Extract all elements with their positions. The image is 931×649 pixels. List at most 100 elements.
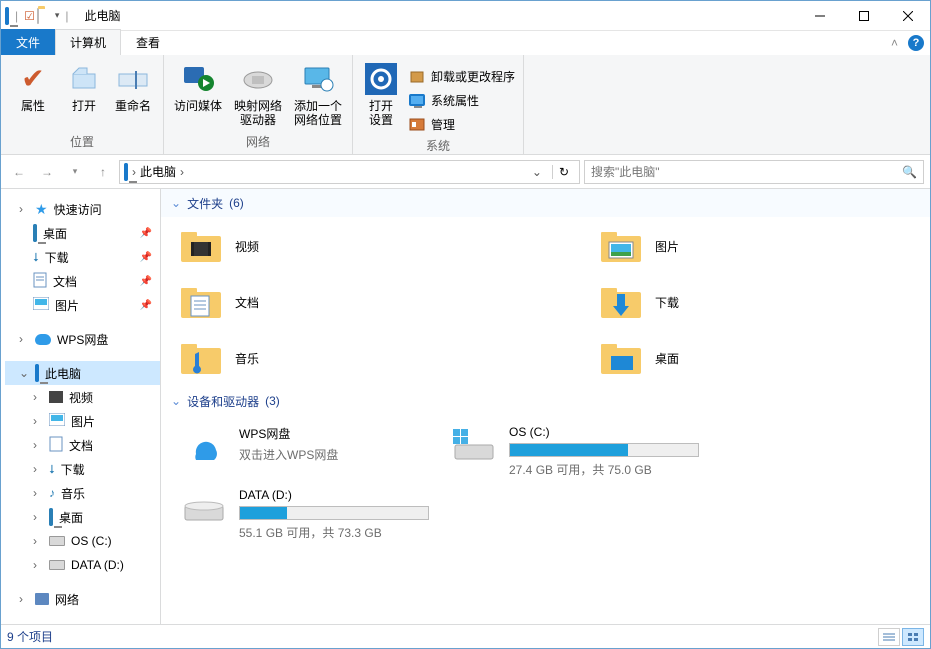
folder-item-desktop[interactable]: 桌面	[601, 337, 831, 379]
sidebar-item-label: WPS网盘	[57, 331, 108, 348]
map-drive-button[interactable]: 映射网络 驱动器	[232, 63, 284, 128]
maximize-button[interactable]	[842, 1, 886, 30]
up-button[interactable]: ↑	[91, 160, 115, 184]
chevron-right-icon[interactable]: ›	[132, 165, 136, 179]
sidebar-item-documents[interactable]: 文档 📌	[5, 269, 160, 293]
add-location-button[interactable]: 添加一个 网络位置	[292, 63, 344, 128]
sidebar-item-data-drive[interactable]: › DATA (D:)	[5, 553, 160, 577]
tab-file[interactable]: 文件	[1, 29, 55, 55]
folder-item-videos[interactable]: 视频	[181, 225, 411, 267]
search-input[interactable]: 搜索"此电脑" 🔍	[584, 160, 924, 184]
recent-dropdown[interactable]: ▾	[63, 160, 87, 184]
sidebar-item-videos[interactable]: › 视频	[5, 385, 160, 409]
sidebar-item-downloads-2[interactable]: ›⭣下载	[5, 457, 160, 481]
address-dropdown-icon[interactable]: ⌄	[526, 165, 548, 179]
section-header-folders[interactable]: ⌄ 文件夹 (6)	[161, 189, 930, 217]
collapse-ribbon-icon[interactable]: ˄	[891, 36, 898, 50]
sidebar-item-os-drive[interactable]: ›OS (C:)	[5, 529, 160, 553]
document-icon	[33, 272, 47, 291]
sidebar-item-documents-2[interactable]: ›文档	[5, 433, 160, 457]
system-props-button[interactable]: 系统属性	[409, 89, 515, 111]
sidebar-item-pictures[interactable]: 图片 📌	[5, 293, 160, 317]
chevron-right-icon[interactable]: ›	[33, 486, 43, 500]
uninstall-button[interactable]: 卸载或更改程序	[409, 65, 515, 87]
folder-qa-icon[interactable]	[37, 9, 53, 23]
sidebar-item-desktop-2[interactable]: ›桌面	[5, 505, 160, 529]
device-item-data[interactable]: DATA (D:) 55.1 GB 可用，共 73.3 GB	[181, 488, 431, 541]
search-icon[interactable]: 🔍	[902, 165, 917, 179]
open-button[interactable]: 打开	[65, 63, 103, 113]
back-button[interactable]: ←	[7, 160, 31, 184]
uninstall-label: 卸载或更改程序	[431, 68, 515, 85]
pc-icon	[124, 165, 128, 179]
rename-icon	[117, 63, 149, 95]
refresh-icon[interactable]: ↻	[552, 165, 575, 179]
content-pane[interactable]: ⌄ 文件夹 (6) 视频 文档 音乐	[161, 189, 930, 624]
address-bar[interactable]: › 此电脑 › ⌄ ↻	[119, 160, 580, 184]
ribbon-tabs: 文件 计算机 查看 ˄ ?	[1, 31, 930, 55]
chevron-right-icon[interactable]: ›	[19, 592, 29, 606]
chevron-right-icon[interactable]: ›	[33, 558, 43, 572]
forward-button[interactable]: →	[35, 160, 59, 184]
chevron-right-icon[interactable]: ›	[33, 462, 43, 476]
address-segment[interactable]: 此电脑	[140, 163, 176, 180]
sidebar-item-pictures-2[interactable]: ›图片	[5, 409, 160, 433]
sidebar-item-label: 视频	[69, 389, 93, 406]
sidebar-item-network[interactable]: ›网络	[5, 587, 160, 611]
address-segment-label: 此电脑	[140, 163, 176, 180]
sidebar-item-desktop[interactable]: 桌面 📌	[5, 221, 160, 245]
sidebar-item-music[interactable]: ›♪音乐	[5, 481, 160, 505]
view-large-icons-button[interactable]	[902, 628, 924, 646]
chevron-down-icon[interactable]: ⌄	[19, 366, 29, 380]
sidebar-item-wps[interactable]: › WPS网盘	[5, 327, 160, 351]
sidebar-item-quick-access[interactable]: › ★ 快速访问	[5, 197, 160, 221]
settings-gear-icon	[365, 63, 397, 95]
tab-computer[interactable]: 计算机	[55, 29, 121, 55]
folder-item-music[interactable]: 音乐	[181, 337, 411, 379]
help-icon[interactable]: ?	[908, 35, 924, 51]
chevron-down-icon[interactable]: ⌄	[171, 196, 181, 210]
folder-document-icon	[181, 284, 221, 320]
chevron-right-icon[interactable]: ›	[19, 332, 29, 346]
sidebar-item-label: 此电脑	[45, 365, 81, 382]
view-details-button[interactable]	[878, 628, 900, 646]
tab-view[interactable]: 查看	[121, 29, 175, 55]
properties-button[interactable]: ✔ 属性	[9, 63, 57, 113]
document-icon	[49, 436, 63, 455]
group-label-network: 网络	[172, 131, 344, 154]
device-item-os[interactable]: OS (C:) 27.4 GB 可用，共 75.0 GB	[451, 425, 701, 478]
sidebar-item-this-pc[interactable]: ⌄ 此电脑	[5, 361, 160, 385]
manage-button[interactable]: 管理	[409, 113, 515, 135]
folder-item-downloads[interactable]: 下载	[601, 281, 831, 323]
folder-item-pictures[interactable]: 图片	[601, 225, 831, 267]
chevron-down-icon[interactable]: ⌄	[171, 394, 181, 408]
navigation-pane[interactable]: › ★ 快速访问 桌面 📌 ⭣ 下载 📌 文档 📌 图片 📌 › WP	[1, 189, 161, 624]
titlebar: | ☑ ▾ | 此电脑	[1, 1, 930, 31]
chevron-right-icon[interactable]: ›	[33, 414, 43, 428]
capacity-bar	[239, 506, 429, 520]
qa-dropdown-icon[interactable]: ▾	[55, 10, 60, 21]
folder-music-icon	[181, 340, 221, 376]
chevron-right-icon[interactable]: ›	[180, 165, 184, 179]
folder-item-documents[interactable]: 文档	[181, 281, 411, 323]
device-item-wps[interactable]: WPS网盘 双击进入WPS网盘	[181, 425, 431, 478]
music-icon: ♪	[49, 486, 55, 500]
access-media-button[interactable]: 访问媒体	[172, 63, 224, 113]
chevron-right-icon[interactable]: ›	[33, 390, 43, 404]
drive-icon	[49, 560, 65, 570]
rename-label: 重命名	[115, 99, 151, 113]
chevron-right-icon[interactable]: ›	[19, 202, 29, 216]
minimize-button[interactable]	[798, 1, 842, 30]
sidebar-item-label: DATA (D:)	[71, 558, 124, 572]
open-settings-button[interactable]: 打开 设置	[361, 63, 401, 128]
sidebar-item-label: 桌面	[43, 225, 67, 242]
body: › ★ 快速访问 桌面 📌 ⭣ 下载 📌 文档 📌 图片 📌 › WP	[1, 189, 930, 624]
chevron-right-icon[interactable]: ›	[33, 534, 43, 548]
close-button[interactable]	[886, 1, 930, 30]
chevron-right-icon[interactable]: ›	[33, 510, 43, 524]
chevron-right-icon[interactable]: ›	[33, 438, 43, 452]
section-header-devices[interactable]: ⌄ 设备和驱动器 (3)	[161, 387, 930, 415]
sidebar-item-downloads[interactable]: ⭣ 下载 📌	[5, 245, 160, 269]
checkbox-icon[interactable]: ☑	[24, 9, 35, 23]
rename-button[interactable]: 重命名	[111, 63, 155, 113]
